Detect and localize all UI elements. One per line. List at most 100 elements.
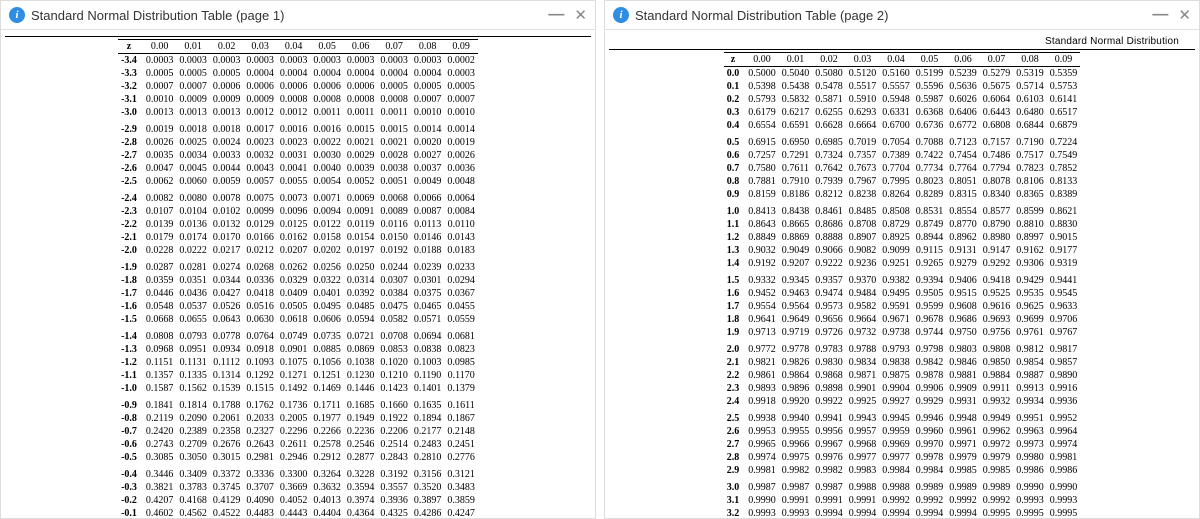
prob-value: 0.0038 <box>377 162 411 175</box>
table-row: 2.30.98930.98960.98980.99010.99040.99060… <box>724 382 1081 395</box>
prob-value: 0.9925 <box>846 395 880 408</box>
close-button[interactable]: ✕ <box>1178 8 1191 23</box>
prob-value: 0.9960 <box>913 425 947 438</box>
prob-value: 0.0016 <box>277 119 311 136</box>
info-icon: i <box>613 7 629 23</box>
minimize-button[interactable]: — <box>548 7 564 23</box>
prob-value: 0.5557 <box>879 80 913 93</box>
prob-value: 0.0495 <box>310 300 344 313</box>
prob-value: 0.0005 <box>444 80 478 93</box>
prob-value: 0.3156 <box>411 464 445 481</box>
prob-value: 0.1020 <box>377 356 411 369</box>
close-button[interactable]: ✕ <box>574 8 587 23</box>
prob-value: 0.8264 <box>879 188 913 201</box>
z-value: 3.2 <box>724 507 746 518</box>
prob-value: 0.0694 <box>411 326 445 343</box>
prob-value: 0.0207 <box>277 244 311 257</box>
prob-value: 0.4325 <box>377 507 411 518</box>
prob-value: 0.9251 <box>879 257 913 270</box>
prob-value: 0.0359 <box>143 274 177 287</box>
prob-value: 0.9887 <box>1013 369 1047 382</box>
prob-value: 0.9974 <box>745 451 779 464</box>
prob-value: 0.2061 <box>210 412 244 425</box>
prob-value: 0.9767 <box>1047 326 1081 339</box>
table-row: 0.30.61790.62170.62550.62930.63310.63680… <box>724 106 1081 119</box>
minimize-button[interactable]: — <box>1152 7 1168 23</box>
prob-value: 0.6255 <box>812 106 846 119</box>
prob-value: 0.0136 <box>176 218 210 231</box>
prob-value: 0.0008 <box>277 93 311 106</box>
prob-value: 0.7823 <box>1013 162 1047 175</box>
prob-value: 0.0024 <box>210 136 244 149</box>
prob-value: 0.0162 <box>277 231 311 244</box>
prob-value: 0.9452 <box>745 287 779 300</box>
prob-value: 0.9986 <box>1013 464 1047 477</box>
prob-value: 0.1469 <box>310 382 344 395</box>
prob-value: 0.1170 <box>444 369 478 382</box>
prob-value: 0.0003 <box>176 54 210 68</box>
prob-value: 0.7611 <box>779 162 813 175</box>
col-header: 0.07 <box>377 40 411 54</box>
prob-value: 0.0003 <box>411 54 445 68</box>
prob-value: 0.0537 <box>176 300 210 313</box>
prob-value: 0.9131 <box>946 244 980 257</box>
z-value: -2.5 <box>118 175 143 188</box>
prob-value: 0.9992 <box>946 494 980 507</box>
prob-value: 0.9599 <box>913 300 947 313</box>
prob-value: 0.1736 <box>277 395 311 412</box>
prob-value: 0.0003 <box>310 54 344 68</box>
prob-value: 0.9893 <box>745 382 779 395</box>
prob-value: 0.9693 <box>980 313 1014 326</box>
prob-value: 0.0039 <box>344 162 378 175</box>
prob-value: 0.9981 <box>745 464 779 477</box>
prob-value: 0.5675 <box>980 80 1014 93</box>
prob-value: 0.7734 <box>913 162 947 175</box>
prob-value: 0.9959 <box>879 425 913 438</box>
prob-value: 0.0021 <box>377 136 411 149</box>
prob-value: 0.0014 <box>411 119 445 136</box>
prob-value: 0.6368 <box>913 106 947 119</box>
prob-value: 0.0901 <box>277 343 311 356</box>
prob-value: 0.0075 <box>243 188 277 205</box>
prob-value: 0.7704 <box>879 162 913 175</box>
table-row: 1.60.94520.94630.94740.94840.94950.95050… <box>724 287 1081 300</box>
table-row: -2.20.01390.01360.01320.01290.01250.0122… <box>118 218 478 231</box>
prob-value: 0.8159 <box>745 188 779 201</box>
prob-value: 0.6293 <box>846 106 880 119</box>
prob-value: 0.0222 <box>176 244 210 257</box>
table-row: 1.90.97130.97190.97260.97320.97380.97440… <box>724 326 1081 339</box>
prob-value: 0.7190 <box>1013 132 1047 149</box>
prob-value: 0.7549 <box>1047 149 1081 162</box>
prob-value: 0.9750 <box>946 326 980 339</box>
prob-value: 0.0154 <box>344 231 378 244</box>
prob-value: 0.9738 <box>879 326 913 339</box>
prob-value: 0.9192 <box>745 257 779 270</box>
table-row: 3.20.99930.99930.99940.99940.99940.99940… <box>724 507 1081 518</box>
prob-value: 0.0044 <box>210 162 244 175</box>
table-row: -3.40.00030.00030.00030.00030.00030.0003… <box>118 54 478 68</box>
prob-value: 0.9505 <box>913 287 947 300</box>
z-value: -1.6 <box>118 300 143 313</box>
prob-value: 0.9495 <box>879 287 913 300</box>
prob-value: 0.1056 <box>310 356 344 369</box>
prob-value: 0.0035 <box>143 149 177 162</box>
prob-value: 0.4168 <box>176 494 210 507</box>
prob-value: 0.4247 <box>444 507 478 518</box>
prob-value: 0.0119 <box>344 218 378 231</box>
prob-value: 0.7123 <box>946 132 980 149</box>
prob-value: 0.7422 <box>913 149 947 162</box>
table-row: -2.50.00620.00600.00590.00570.00550.0054… <box>118 175 478 188</box>
prob-value: 0.2327 <box>243 425 277 438</box>
panel-title-1: Standard Normal Distribution Table (page… <box>31 8 542 23</box>
prob-value: 0.3557 <box>377 481 411 494</box>
z-value: 0.6 <box>724 149 746 162</box>
prob-value: 0.0012 <box>243 106 277 119</box>
prob-value: 0.9936 <box>1047 395 1081 408</box>
prob-value: 0.9884 <box>980 369 1014 382</box>
prob-value: 0.2451 <box>444 438 478 451</box>
col-header: 0.00 <box>745 53 779 67</box>
info-icon: i <box>9 7 25 23</box>
prob-value: 0.9961 <box>946 425 980 438</box>
prob-value: 0.0060 <box>176 175 210 188</box>
prob-value: 0.0294 <box>444 274 478 287</box>
